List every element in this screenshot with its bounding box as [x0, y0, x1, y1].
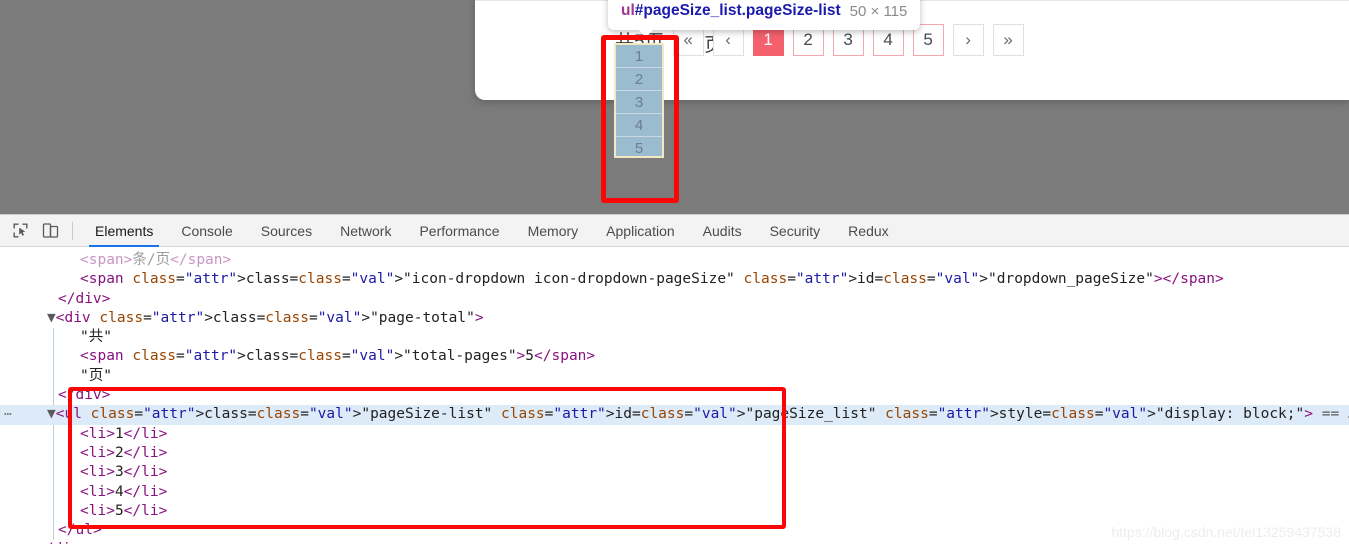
- browser-viewport: ￥16.9/5斤 薄皮毛桃 ❯ 买3发4 海盐洗发膏 物品 预估重量 服务类型 …: [0, 0, 1349, 214]
- dom-line[interactable]: "页": [0, 367, 1349, 386]
- dom-line[interactable]: <li>3</li>: [0, 463, 1349, 482]
- tooltip-tag-name: ul: [621, 2, 635, 19]
- tab-redux[interactable]: Redux: [834, 215, 902, 247]
- device-toolbar-icon[interactable]: [37, 219, 63, 243]
- next-page-icon[interactable]: ›: [952, 24, 984, 56]
- dom-line[interactable]: <li>4</li>: [0, 483, 1349, 502]
- tab-memory[interactable]: Memory: [514, 215, 593, 247]
- dom-line[interactable]: </div>: [0, 386, 1349, 405]
- dom-line[interactable]: <span class="attr">class=class="val">"to…: [0, 347, 1349, 366]
- toolbar-divider: [72, 221, 73, 240]
- tab-audits[interactable]: Audits: [689, 215, 756, 247]
- dom-line[interactable]: </div>: [0, 290, 1349, 309]
- tree-guide-line: [53, 328, 54, 406]
- tab-console[interactable]: Console: [167, 215, 246, 247]
- tooltip-element-class: .pageSize-list: [741, 2, 841, 19]
- devtools-tool-icons: [0, 219, 70, 243]
- tab-network[interactable]: Network: [326, 215, 405, 247]
- dom-line-dots: ⋯: [4, 407, 13, 423]
- dom-line[interactable]: <li>1</li>: [0, 425, 1349, 444]
- annotation-rectangle-dropdown: [601, 35, 679, 203]
- tab-application[interactable]: Application: [592, 215, 689, 247]
- devtools-panel: Elements Console Sources Network Perform…: [0, 214, 1349, 544]
- dom-line[interactable]: <li>5</li>: [0, 502, 1349, 521]
- dom-line[interactable]: <span>条/页</span>: [0, 251, 1349, 270]
- dom-line[interactable]: <span class="attr">class=class="val">"ic…: [0, 270, 1349, 289]
- tab-performance[interactable]: Performance: [405, 215, 513, 247]
- tooltip-element-id: #pageSize_list: [634, 2, 742, 19]
- expand-arrow-icon[interactable]: ▼: [47, 406, 56, 422]
- tab-security[interactable]: Security: [756, 215, 835, 247]
- dom-line-selected[interactable]: ⋯ ▼<ul class="attr">class=class="val">"pa…: [0, 405, 1349, 425]
- dom-line[interactable]: </div>: [0, 540, 1349, 544]
- tooltip-dimensions: 50 × 115: [849, 2, 908, 20]
- devtools-tabs: Elements Console Sources Network Perform…: [81, 215, 903, 247]
- inspector-tooltip: ul#pageSize_list.pageSize-list 50 × 115: [608, 0, 921, 37]
- devtools-toolbar: Elements Console Sources Network Perform…: [0, 215, 1349, 247]
- dom-line[interactable]: <li>2</li>: [0, 444, 1349, 463]
- tab-sources[interactable]: Sources: [247, 215, 326, 247]
- last-page-icon[interactable]: »: [992, 24, 1024, 56]
- inspect-element-icon[interactable]: [7, 219, 33, 243]
- watermark: https://blog.csdn.net/tel13259437538: [1111, 524, 1341, 540]
- tooltip-selector: ul#pageSize_list.pageSize-list: [621, 2, 841, 20]
- dom-line[interactable]: ▼<div class="attr">class=class="val">"pa…: [0, 309, 1349, 328]
- expand-arrow-icon[interactable]: ▼: [47, 310, 56, 326]
- tab-elements[interactable]: Elements: [81, 215, 167, 247]
- dom-line[interactable]: "共": [0, 328, 1349, 347]
- dom-tree[interactable]: <span>条/页</span> <span class="attr">class…: [0, 247, 1349, 544]
- tree-guide-line: [53, 424, 54, 541]
